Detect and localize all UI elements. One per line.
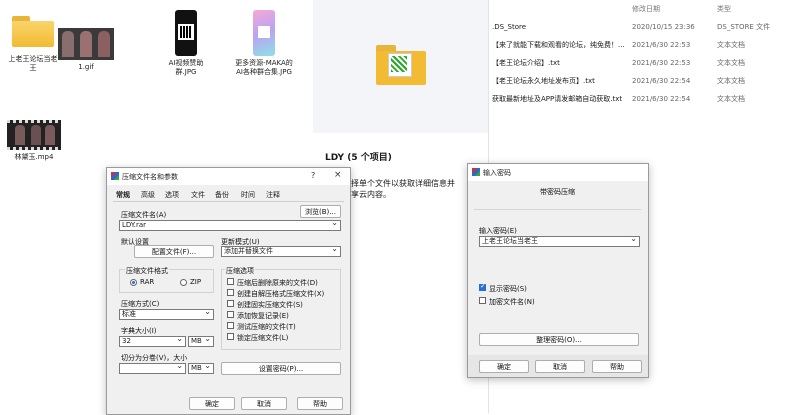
password-field[interactable]: 上老王论坛当老王 bbox=[479, 236, 640, 247]
split-volumes-label: 切分为分卷(V)，大小 bbox=[121, 354, 188, 362]
encrypt-names-checkbox[interactable] bbox=[479, 297, 486, 304]
file-row[interactable]: 获取最新地址及APP请发邮箱自动获取.txt 2021/6/30 22:54 文… bbox=[489, 93, 800, 105]
dialog-titlebar[interactable]: 压缩文件名和参数 ? × bbox=[107, 168, 350, 185]
close-icon[interactable]: × bbox=[334, 170, 342, 180]
desktop-item-maka-image[interactable]: 更多资源-MAKA的AI各种群合集.JPG bbox=[232, 10, 296, 77]
help-icon[interactable]: ? bbox=[311, 171, 315, 180]
cancel-button[interactable]: 取消 bbox=[535, 360, 585, 373]
option-recovery-checkbox[interactable] bbox=[227, 311, 234, 318]
tab-files[interactable]: 文件 bbox=[191, 190, 205, 200]
desktop-item-qr-image[interactable]: AI视频赞助群.JPG bbox=[154, 10, 218, 77]
encrypt-names-label: 加密文件名(N) bbox=[489, 298, 535, 306]
option-solid-checkbox[interactable] bbox=[227, 300, 234, 307]
dialog-title: 压缩文件名和参数 bbox=[122, 173, 178, 181]
phone-image-icon bbox=[175, 10, 197, 56]
dialog-titlebar[interactable]: 输入密码 bbox=[468, 164, 648, 181]
archive-format-label: 压缩文件格式 bbox=[125, 266, 169, 276]
profiles-button[interactable]: 配置文件(F)... bbox=[134, 245, 214, 258]
option-label: 测试压缩的文件(T) bbox=[237, 323, 296, 331]
folder-preview-icon bbox=[376, 45, 426, 85]
help-button[interactable]: 帮助 bbox=[592, 360, 642, 373]
ok-button[interactable]: 确定 bbox=[189, 397, 235, 410]
column-header-date[interactable]: 修改日期 bbox=[632, 3, 660, 15]
option-label: 压缩后删除原来的文件(D) bbox=[237, 279, 318, 287]
image-thumbnail-icon bbox=[58, 28, 114, 60]
format-rar-radio[interactable] bbox=[130, 279, 137, 286]
tab-comment[interactable]: 注释 bbox=[266, 190, 280, 200]
file-list-header: 修改日期 类型 bbox=[489, 3, 800, 15]
tab-time[interactable]: 时间 bbox=[241, 190, 255, 200]
desktop-item-label: 1.gif bbox=[78, 63, 94, 71]
split-size-combo[interactable] bbox=[119, 363, 186, 374]
dialog-title: 输入密码 bbox=[483, 169, 511, 177]
tab-bar: 常规 高级 选项 文件 备份 时间 注释 bbox=[113, 190, 343, 200]
show-password-checkbox[interactable] bbox=[479, 282, 486, 291]
option-delete-after-checkbox[interactable] bbox=[227, 278, 234, 285]
help-button[interactable]: 帮助 bbox=[297, 397, 343, 410]
format-rar-label: RAR bbox=[140, 278, 155, 286]
split-unit-combo[interactable]: MB bbox=[188, 363, 214, 374]
organize-passwords-button[interactable]: 整理密码(O)... bbox=[479, 333, 639, 346]
dictionary-size-label: 字典大小(I) bbox=[121, 327, 157, 335]
option-test-checkbox[interactable] bbox=[227, 322, 234, 329]
winrar-icon bbox=[472, 168, 480, 176]
dictionary-size-combo[interactable]: 32 bbox=[119, 336, 186, 347]
password-dialog: 输入密码 带密码压缩 输入密码(E) 上老王论坛当老王 显示密码(S) 加密文件… bbox=[467, 163, 649, 378]
details-hint: 选择单个文件以获取详细信息并 bbox=[343, 179, 455, 188]
desktop-item-label: 更多资源-MAKA的AI各种群合集.JPG bbox=[235, 59, 293, 76]
file-row[interactable]: 【老王论坛永久地址发布页】.txt 2021/6/30 22:54 文本文档 bbox=[489, 75, 800, 87]
tab-options[interactable]: 选项 bbox=[165, 190, 179, 200]
cancel-button[interactable]: 取消 bbox=[241, 397, 287, 410]
set-password-button[interactable]: 设置密码(P)... bbox=[221, 362, 341, 375]
phone-image-icon bbox=[253, 10, 275, 56]
compression-method-label: 压缩方式(C) bbox=[121, 300, 160, 308]
winrar-icon bbox=[111, 172, 119, 180]
dictionary-unit-combo[interactable]: MB bbox=[188, 336, 214, 347]
column-header-type[interactable]: 类型 bbox=[717, 3, 731, 15]
show-password-label: 显示密码(S) bbox=[489, 285, 527, 293]
password-heading: 带密码压缩 bbox=[540, 188, 575, 196]
file-row[interactable]: .DS_Store 2020/10/15 23:36 DS_STORE 文件 bbox=[489, 21, 800, 33]
archive-options-dialog: 压缩文件名和参数 ? × 常规 高级 选项 文件 备份 时间 注释 压缩文件名(… bbox=[106, 167, 351, 415]
browse-button[interactable]: 浏览(B)... bbox=[300, 205, 341, 218]
archive-name-combo[interactable]: LDY.rar bbox=[119, 220, 341, 231]
video-file-icon bbox=[7, 120, 61, 150]
file-row[interactable]: 【来了就能下载和观看的论坛，纯免费！... 2021/6/30 22:53 文本… bbox=[489, 39, 800, 51]
archive-name-label: 压缩文件名(A) bbox=[121, 211, 167, 219]
format-zip-label: ZIP bbox=[190, 278, 202, 286]
option-label: 锁定压缩文件(L) bbox=[237, 334, 289, 342]
desktop-item-gif[interactable]: 1.gif bbox=[54, 28, 118, 72]
option-label: 创建自解压格式压缩文件(X) bbox=[237, 290, 325, 298]
tab-backup[interactable]: 备份 bbox=[215, 190, 229, 200]
option-label: 添加恢复记录(E) bbox=[237, 312, 289, 320]
tab-advanced[interactable]: 高级 bbox=[141, 190, 155, 200]
password-label: 输入密码(E) bbox=[479, 227, 517, 235]
desktop-item-video[interactable]: 林黛玉.mp4 bbox=[2, 120, 66, 162]
preview-pane bbox=[313, 0, 488, 133]
desktop-item-label: AI视频赞助群.JPG bbox=[168, 59, 204, 76]
update-mode-combo[interactable]: 添加并替换文件 bbox=[221, 246, 341, 257]
option-label: 创建固实压缩文件(S) bbox=[237, 301, 303, 309]
desktop-item-label: 林黛玉.mp4 bbox=[14, 153, 54, 161]
archive-options-label: 压缩选项 bbox=[225, 266, 255, 276]
format-zip-radio[interactable] bbox=[180, 279, 187, 286]
compression-method-combo[interactable]: 标准 bbox=[119, 309, 214, 320]
option-lock-checkbox[interactable] bbox=[227, 333, 234, 340]
option-sfx-checkbox[interactable] bbox=[227, 289, 234, 296]
details-title: LDY (5 个项目) bbox=[325, 153, 392, 163]
ok-button[interactable]: 确定 bbox=[479, 360, 529, 373]
desktop-item-label: 上老王论坛当老王 bbox=[8, 55, 58, 72]
file-row[interactable]: 【老王论坛介绍】.txt 2021/6/30 22:53 文本文档 bbox=[489, 57, 800, 69]
tab-general[interactable]: 常规 bbox=[116, 190, 130, 200]
